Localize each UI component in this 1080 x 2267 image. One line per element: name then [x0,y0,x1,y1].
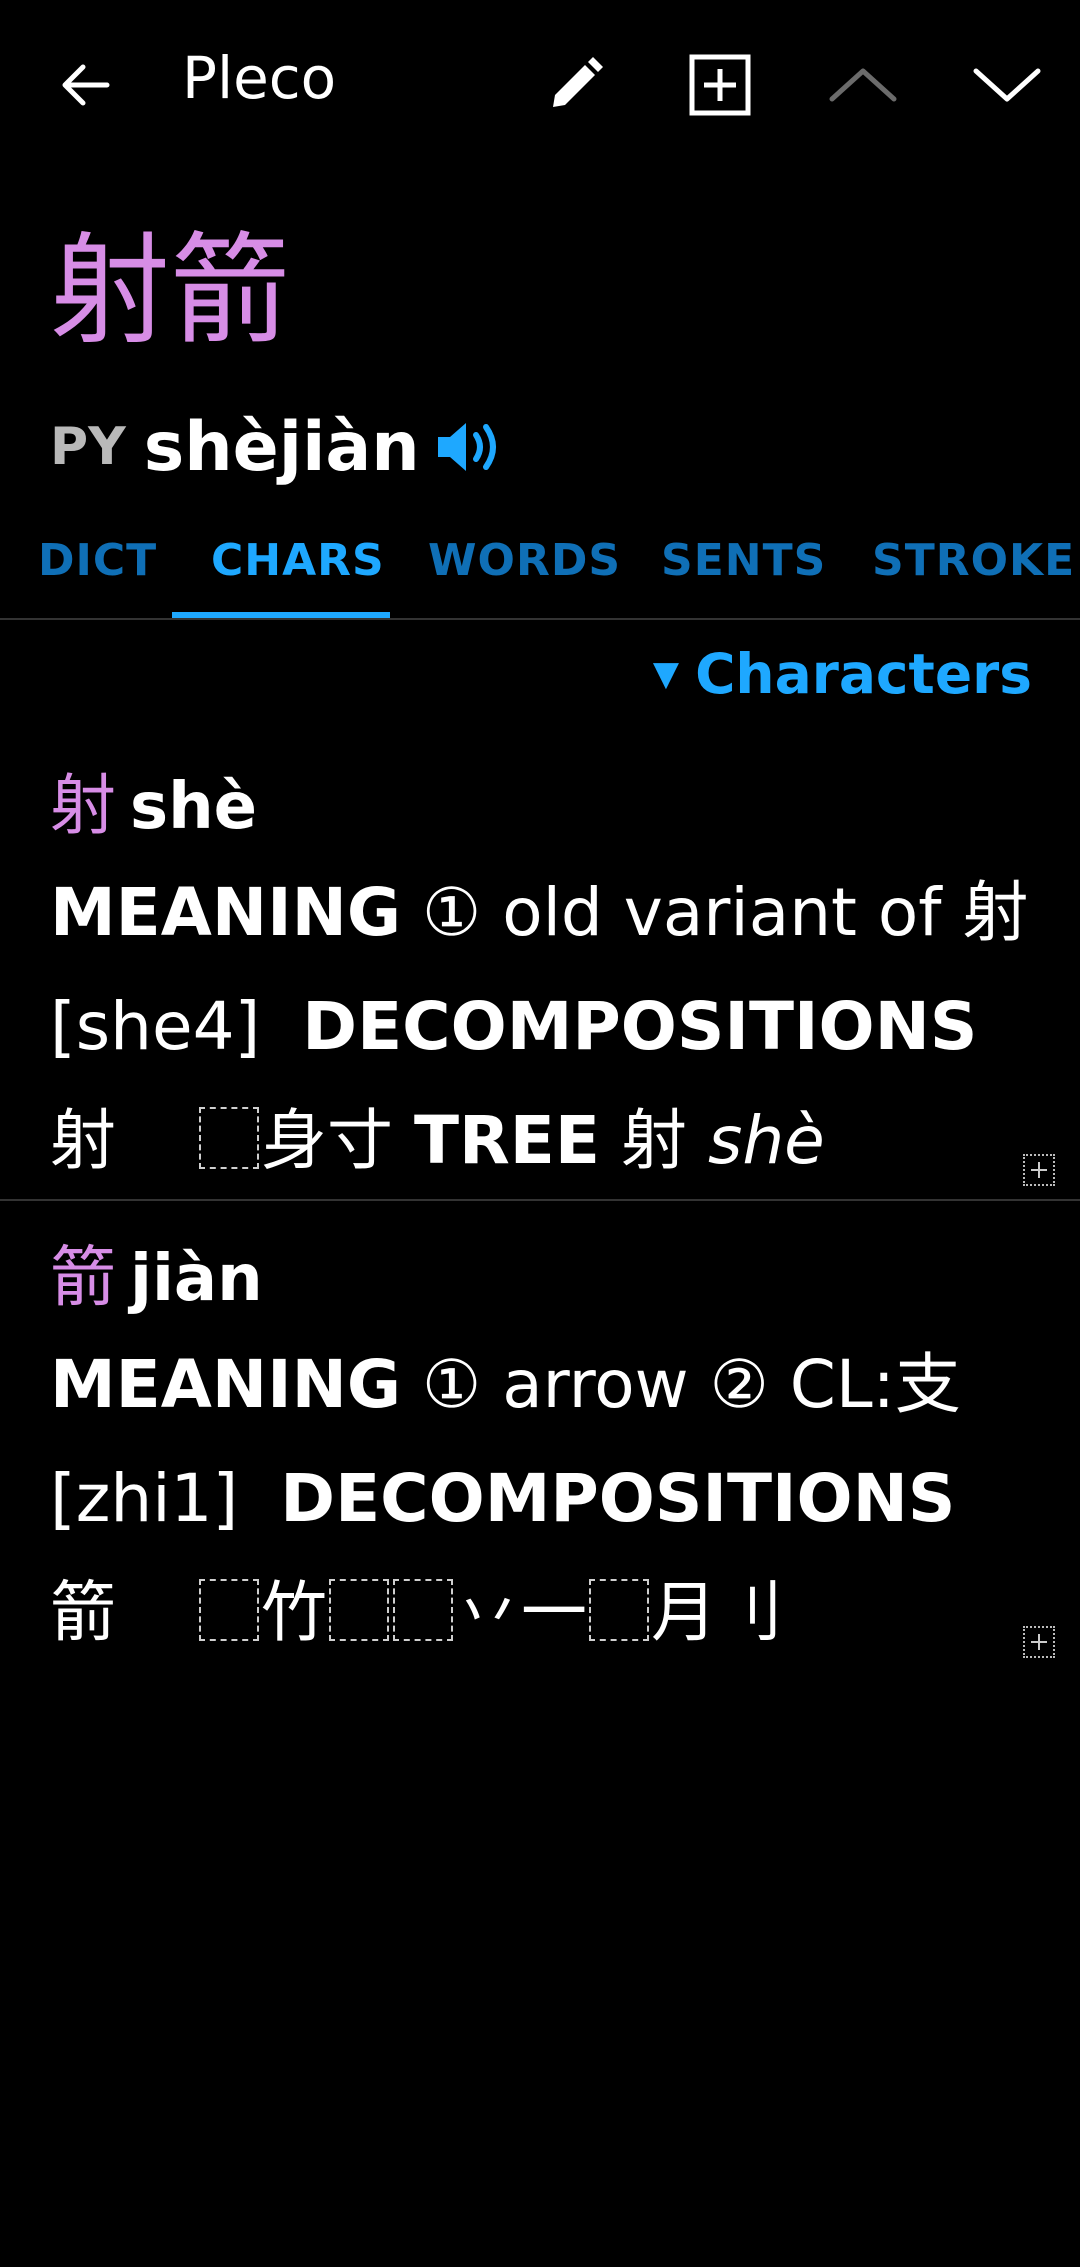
meaning-reference: [she4] [50,988,261,1065]
top-bar: Pleco [0,0,1080,165]
meaning-text: arrow [502,1346,689,1423]
entry-hanzi: 箭 [50,1239,116,1316]
character-entry[interactable]: 箭 jiàn MEANING ① arrow ② CL:支 [zhi1] DEC… [50,1224,1030,1670]
entry-pinyin: jiàn [130,1242,263,1316]
plus-square-icon [689,54,751,116]
decompositions-label: DECOMPOSITIONS [280,1460,956,1537]
decompositions-label: DECOMPOSITIONS [302,988,978,1065]
meaning-reference: [zhi1] [50,1460,239,1537]
entry-pinyin: shè [130,770,258,844]
entry-hanzi: 射 [50,767,116,844]
edit-button[interactable] [530,40,620,130]
arrow-left-icon [62,64,110,106]
headword-hanzi: 射箭 [50,222,290,361]
chevron-up-icon [829,68,897,102]
decomposition-parts: 身寸 [260,1102,393,1179]
triangle-down-icon: ▼ [652,654,680,694]
chevron-down-icon [973,68,1041,102]
tab-stroke[interactable]: STROKE [872,535,1075,586]
next-entry-button[interactable] [962,40,1052,130]
decomposition-part: 月刂 [650,1574,783,1651]
entry-divider [0,1199,1080,1201]
headword-pinyin: shèjiàn [143,407,420,487]
meaning-label: MEANING [50,874,402,951]
meaning-label: MEANING [50,1346,402,1423]
meaning-number: ① [422,1346,482,1423]
decomposition-char: 箭 [50,1574,116,1651]
placeholder-glyph [392,1579,453,1641]
pencil-icon [553,57,603,107]
tree-pinyin: shè [707,1102,825,1179]
meaning-text: CL:支 [789,1346,961,1423]
tab-bar: DICT CHARS WORDS SENTS STROKE [0,525,1080,620]
add-to-flashcards-button[interactable] [675,40,765,130]
previous-entry-button[interactable] [818,40,908,130]
decomposition-part: 丷一 [454,1574,587,1651]
placeholder-glyph [588,1579,649,1641]
entry-heading: 射 shè [50,752,1030,848]
entry-heading: 箭 jiàn [50,1224,1030,1320]
audio-button[interactable] [434,417,504,477]
placeholder-glyph [198,1107,259,1169]
character-entry[interactable]: 射 shè MEANING ① old variant of 射 [she4] … [50,752,1030,1198]
speaker-icon [437,423,496,471]
placeholder-glyph [328,1579,389,1641]
pinyin-label: PY [50,417,126,477]
tab-words[interactable]: WORDS [428,535,621,586]
tab-chars[interactable]: CHARS [211,535,385,586]
tab-sents[interactable]: SENTS [661,535,826,586]
meaning-number: ② [709,1346,769,1423]
entry-body: MEANING ① old variant of 射 [she4] DECOMP… [50,856,1030,1198]
expand-icon[interactable] [1023,1154,1055,1186]
decomposition-char: 射 [50,1102,116,1179]
back-button[interactable] [40,40,130,130]
app-title: Pleco [182,44,337,112]
section-toggle-label: Characters [695,642,1032,706]
meaning-text: old variant of 射 [502,874,1029,951]
pinyin-row: PY shèjiàn [50,402,504,492]
characters-section-toggle[interactable]: ▼ Characters [653,642,1032,706]
expand-icon[interactable] [1023,1626,1055,1658]
decomposition-part: 竹 [260,1574,327,1651]
tree-char: 射 [620,1102,687,1179]
meaning-number: ① [422,874,482,951]
tab-dict[interactable]: DICT [38,535,157,586]
placeholder-glyph [198,1579,259,1641]
tree-label: TREE [413,1102,600,1179]
entry-body: MEANING ① arrow ② CL:支 [zhi1] DECOMPOSIT… [50,1328,1030,1670]
divider [0,618,1080,620]
